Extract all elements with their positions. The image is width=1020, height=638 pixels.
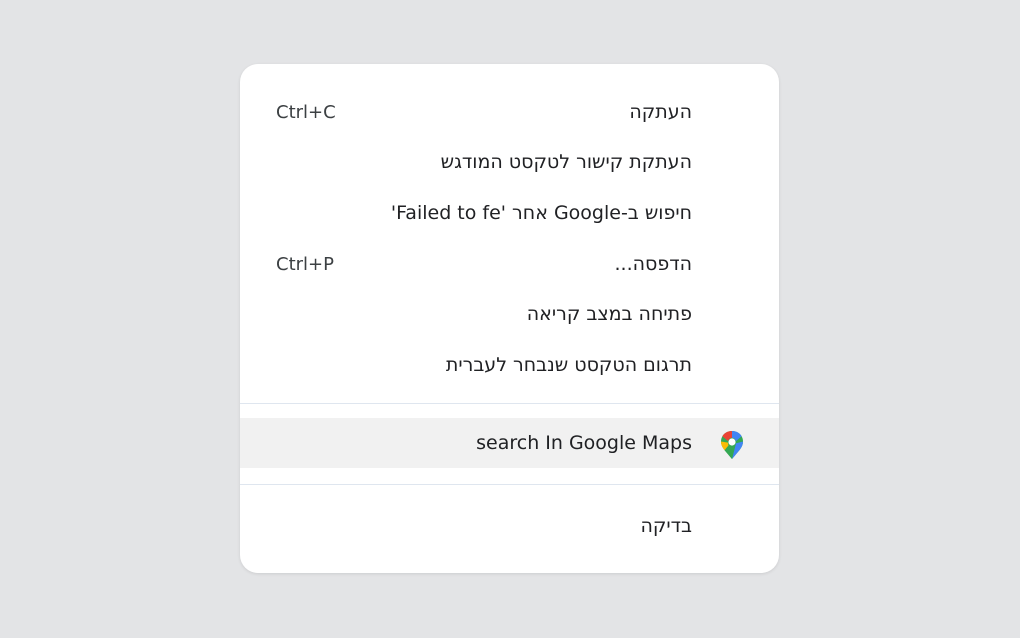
menu-item-inspect[interactable]: בדיקה xyxy=(240,501,779,551)
menu-item-label: פתיחה במצב קריאה xyxy=(526,303,692,325)
menu-item-copy[interactable]: העתקה Ctrl+C xyxy=(240,87,779,137)
menu-item-label: הדפסה... xyxy=(614,253,692,275)
menu-item-search-google[interactable]: חיפוש ב-Google אחר 'Failed to fe' xyxy=(240,188,779,238)
menu-item-translate[interactable]: תרגום הטקסט שנבחר לעברית xyxy=(240,340,779,390)
menu-separator xyxy=(240,484,779,485)
menu-item-shortcut: Ctrl+P xyxy=(276,253,334,275)
menu-item-label: העתקת קישור לטקסט המודגש xyxy=(440,151,692,173)
menu-item-copy-link-to-highlight[interactable]: העתקת קישור לטקסט המודגש xyxy=(240,137,779,187)
menu-separator xyxy=(240,403,779,404)
context-menu: העתקה Ctrl+C העתקת קישור לטקסט המודגש חי… xyxy=(240,64,779,573)
menu-item-shortcut: Ctrl+C xyxy=(276,101,336,123)
menu-item-label: העתקה xyxy=(629,101,692,123)
menu-item-label: בדיקה xyxy=(640,515,693,537)
menu-item-search-in-google-maps[interactable]: search In Google Maps xyxy=(240,418,779,468)
menu-item-print[interactable]: הדפסה... Ctrl+P xyxy=(240,239,779,289)
menu-item-label: חיפוש ב-Google אחר 'Failed to fe' xyxy=(390,202,692,224)
menu-item-label: search In Google Maps xyxy=(476,432,692,454)
menu-item-label: תרגום הטקסט שנבחר לעברית xyxy=(445,354,692,376)
menu-item-reading-mode[interactable]: פתיחה במצב קריאה xyxy=(240,289,779,339)
google-maps-icon xyxy=(721,431,743,459)
